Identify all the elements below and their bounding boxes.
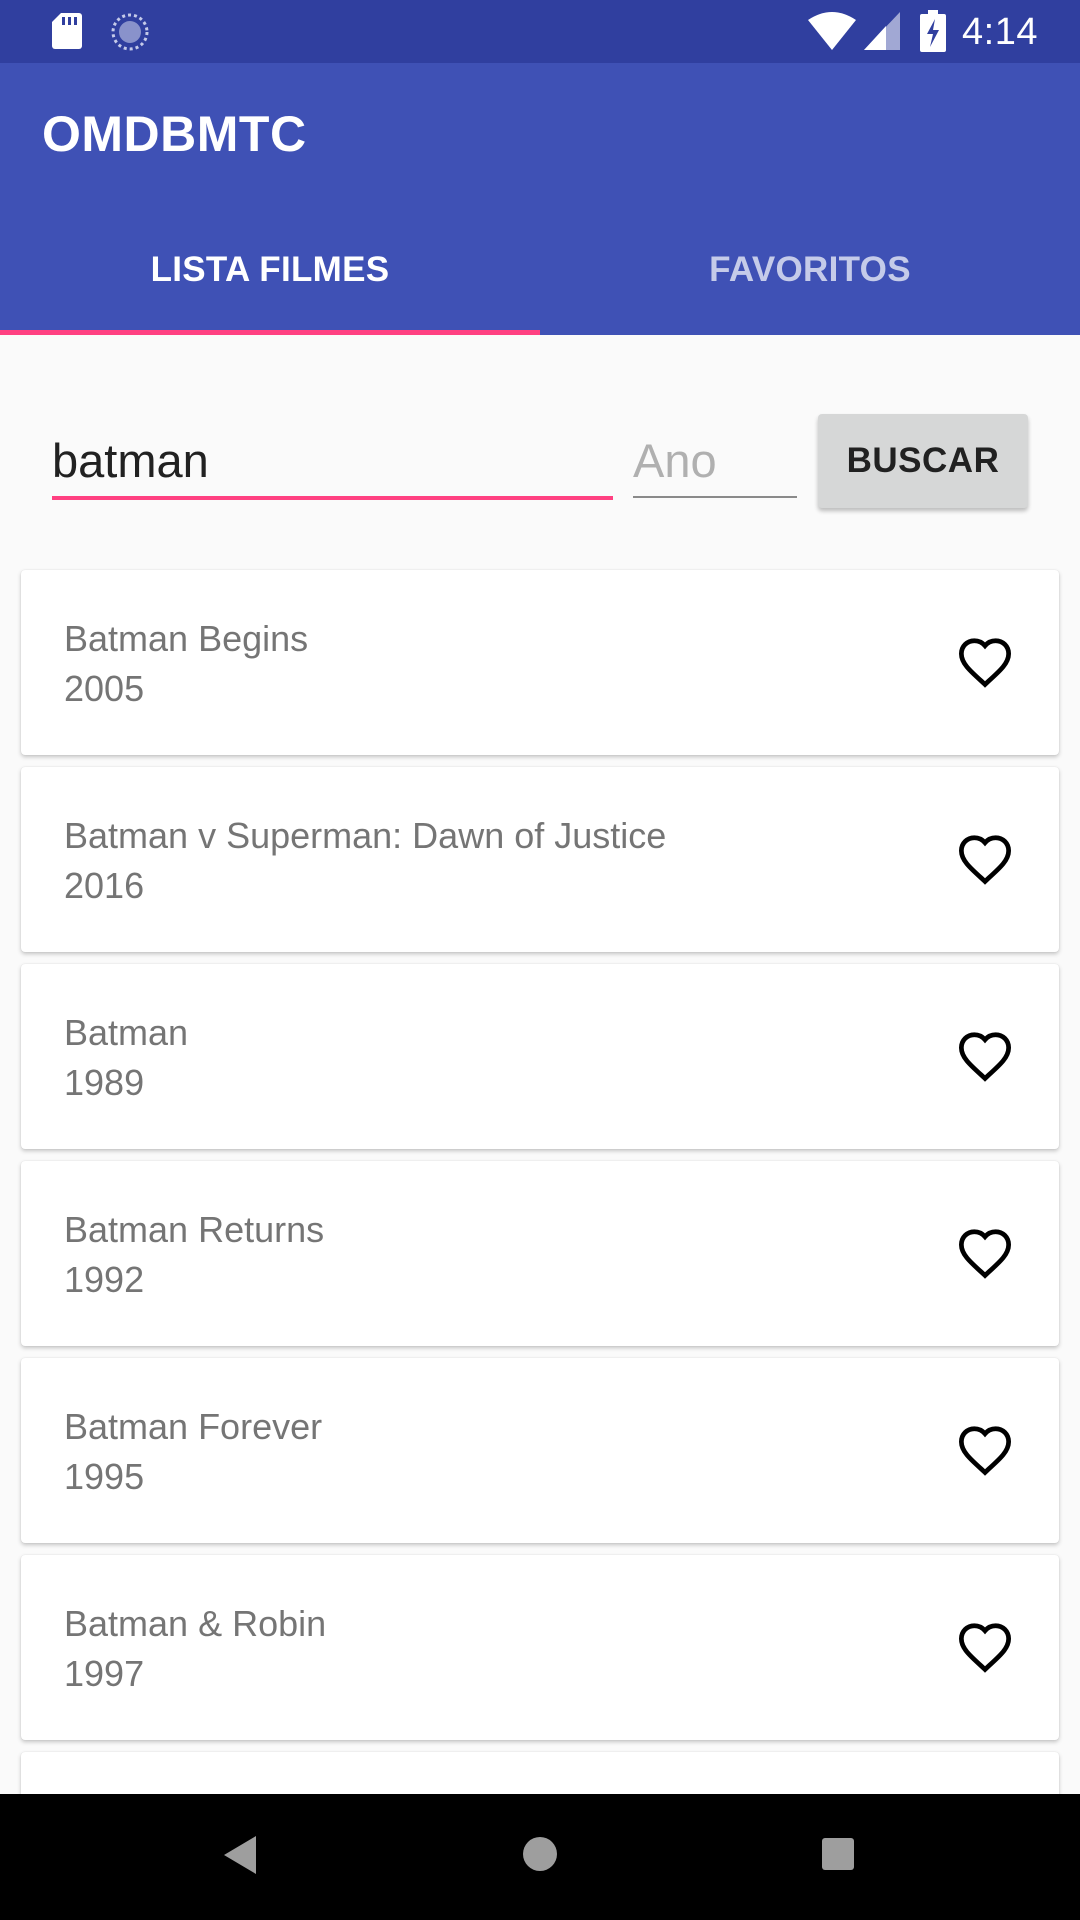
year-input[interactable] [633,425,797,498]
heart-outline-icon[interactable] [956,636,1014,688]
list-item[interactable]: Batman 1989 [21,964,1059,1149]
list-item[interactable]: Batman Returns 1992 [21,1161,1059,1346]
app-title: OMDBMTC [42,106,307,162]
list-item[interactable]: Batman Begins 2005 [21,570,1059,755]
navigation-bar [0,1794,1080,1920]
heart-outline-icon[interactable] [956,1424,1014,1476]
battery-charging-icon [920,10,946,52]
movie-year: 1997 [64,1653,145,1694]
wifi-icon [808,12,856,50]
heart-outline-icon[interactable] [956,1227,1014,1279]
list-item[interactable]: Batman & Robin 1997 [21,1555,1059,1740]
search-input[interactable] [52,425,613,500]
movie-year: 2005 [64,668,145,709]
movie-year: 1995 [64,1456,145,1497]
search-button[interactable]: BUSCAR [818,414,1028,508]
movie-year: 2016 [64,865,145,906]
movie-title: Batman Begins [64,618,309,659]
heart-outline-icon[interactable] [956,1621,1014,1673]
movie-title: Batman [64,1012,189,1053]
movie-title: Batman & Robin [64,1603,327,1644]
heart-outline-icon[interactable] [956,833,1014,885]
movie-title: Batman Forever [64,1406,323,1447]
status-time: 4:14 [962,11,1038,53]
status-bar: 4:14 [0,0,1080,63]
back-icon[interactable] [222,1834,258,1876]
tab-lista-filmes[interactable]: LISTA FILMES [0,223,540,335]
tab-favoritos[interactable]: FAVORITOS [540,223,1080,335]
movie-title: Batman Returns [64,1209,325,1250]
movie-title: Batman v Superman: Dawn of Justice [64,815,667,856]
home-icon[interactable] [522,1836,558,1872]
sync-icon [111,13,149,51]
tab-indicator [0,330,540,335]
recents-icon[interactable] [822,1838,854,1870]
list-item[interactable]: Batman Forever 1995 [21,1358,1059,1543]
list-item[interactable]: Batman v Superman: Dawn of Justice 2016 [21,767,1059,952]
app-bar: OMDBMTC LISTA FILMES FAVORITOS [0,63,1080,335]
heart-outline-icon[interactable] [956,1030,1014,1082]
sd-card-icon [52,13,82,49]
movie-year: 1992 [64,1259,145,1300]
cell-signal-icon [864,12,900,50]
movie-year: 1989 [64,1062,145,1103]
